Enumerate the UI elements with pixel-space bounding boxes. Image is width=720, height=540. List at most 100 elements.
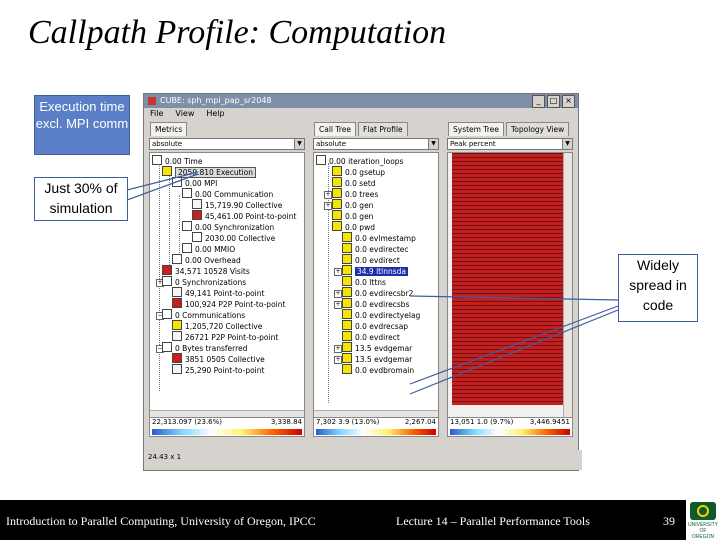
close-button[interactable]: × [562,95,575,108]
page-number: 39 [663,514,675,528]
color-square-icon [172,254,182,264]
color-square-icon [342,309,352,319]
color-square-icon [162,309,172,319]
tab-metrics[interactable]: Metrics [150,122,188,136]
expand-toggle[interactable]: + [334,290,342,298]
tree-row[interactable]: 0.0 evdirect [342,331,400,342]
expand-toggle[interactable]: + [334,268,342,276]
tree-row-label: 13.5 evdgemar [355,355,413,364]
tab-flat-profile[interactable]: Flat Profile [358,122,408,136]
tree-row-label: 1,205,720 Collective [185,322,263,331]
menu-help[interactable]: Help [206,108,224,120]
metric-pane: Metrics absolute ▼ 0.00 Time 2059.810 Exe… [146,122,308,440]
tree-row[interactable]: 2030.00 Collective [192,232,275,243]
color-square-icon [342,254,352,264]
color-square-icon [342,232,352,242]
call-tree: 0.00 iteration_loops 0.0 gsetup 0.0 setd… [313,152,439,420]
calltree-pane: Call Tree Flat Profile absolute ▼ 0.00 it… [310,122,442,440]
metric-value-bar: 22,313.097 (23.6%) 3,338.84 [149,417,305,437]
expand-toggle[interactable]: + [324,202,332,210]
tree-row[interactable]: 49,141 Point-to-point [172,287,264,298]
tree-row-label: 0.0 evdirect [355,333,400,342]
tree-row[interactable]: 0.0 gsetup [332,166,385,177]
tree-row[interactable]: 0.0 evdirecsbs [342,298,409,309]
tree-row[interactable]: 3851 0505 Collective [172,353,265,364]
tree-row[interactable]: 13.5 evdgemar [342,353,412,364]
color-square-icon [162,276,172,286]
menu-bar: File View Help [144,108,578,120]
tree-row-label: 26721 P2P Point-to-point [185,333,279,342]
tree-row-selected[interactable]: 34.9 ltlnnsda [342,265,408,276]
tree-row-execution[interactable]: 2059.810 Execution [162,166,256,178]
menu-file[interactable]: File [150,108,163,120]
tree-row[interactable]: 0.00 MMIO [182,243,235,254]
chevron-down-icon[interactable]: ▼ [294,139,304,149]
status-bar: 24.43 x 1 [144,450,582,470]
slide-title: Callpath Profile: Computation [28,14,447,51]
color-square-icon [192,232,202,242]
tab-call-tree[interactable]: Call Tree [314,122,357,136]
tree-row[interactable]: 13.5 evdgemar [342,342,412,353]
tree-row[interactable]: 0.00 iteration_loops [316,155,403,166]
status-text: 24.43 x 1 [148,453,182,461]
color-square-icon [342,243,352,253]
expand-toggle[interactable]: + [334,345,342,353]
expand-toggle[interactable]: + [334,301,342,309]
tree-row[interactable]: 0.0 lttns [342,276,386,287]
tree-row[interactable]: 0.0 evdirectyelag [342,309,420,320]
tree-row-label: 0.0 gen [345,212,374,221]
tree-row[interactable]: 0.0 evdirecsbr2 [342,287,413,298]
tree-row[interactable]: 0.00 Communication [182,188,273,199]
callout-text: Execution time excl. MPI comm [35,99,129,131]
tree-row-label: 49,141 Point-to-point [185,289,265,298]
color-square-icon [192,199,202,209]
color-square-icon [172,364,182,374]
tree-row[interactable]: 15,719.90 Collective [192,199,282,210]
expand-toggle[interactable]: + [334,356,342,364]
tree-row[interactable]: 100,924 P2P Point-to-point [172,298,285,309]
tree-row[interactable]: 45,461.00 Point-to-point [192,210,296,221]
menu-view[interactable]: View [175,108,194,120]
chevron-down-icon[interactable]: ▼ [428,139,438,149]
vertical-scrollbar[interactable] [563,153,572,419]
tree-row[interactable]: 0.00 Time [152,155,202,166]
callout-simulation: Just 30% of simulation [34,177,128,221]
tree-row[interactable]: 0.0 gen [332,199,373,210]
tree-row-label: 100,924 P2P Point-to-point [185,300,286,309]
color-square-icon [162,265,172,275]
tree-row[interactable]: 34,571 10528 Visits [162,265,250,276]
tree-row[interactable]: 0.0 evdirectec [342,243,409,254]
tree-row[interactable]: 25,290 Point-to-point [172,364,264,375]
tree-row[interactable]: 0.0 evdrecsap [342,320,408,331]
tree-row[interactable]: 0.0 pwd [332,221,375,232]
tree-row[interactable]: 26721 P2P Point-to-point [172,331,278,342]
metric-value-mode-select[interactable]: absolute ▼ [149,138,305,150]
tree-row-label: 0.0 evdirectec [355,245,409,254]
tree-row[interactable]: 0.0 trees [332,188,378,199]
color-square-icon [182,243,192,253]
tree-row-label: 15,719.90 Collective [205,201,283,210]
calltree-value-mode-select[interactable]: absolute ▼ [313,138,439,150]
systemtree-value-mode-select[interactable]: Peak percent ▼ [447,138,573,150]
tree-row[interactable]: 0.00 Overhead [172,254,241,265]
logo-text: UNIVERSITY OF OREGON [688,522,719,540]
expand-toggle[interactable]: + [324,191,332,199]
tree-row[interactable]: 0.00 Synchronization [182,221,274,232]
tree-row[interactable]: 1,205,720 Collective [172,320,262,331]
tree-row[interactable]: 0.0 gen [332,210,373,221]
tree-row[interactable]: 0.0 evlmestamp [342,232,416,243]
tab-system-tree[interactable]: System Tree [448,122,504,136]
tree-row[interactable]: 0.0 setd [332,177,376,188]
tree-row[interactable]: 0 Synchronizations [162,276,246,287]
minimize-button[interactable]: _ [532,95,545,108]
tree-row[interactable]: 0 Bytes transferred [162,342,247,353]
maximize-button[interactable]: □ [547,95,560,108]
tree-row[interactable]: 0.0 evdirect [342,254,400,265]
callout-spread: Widely spread in code [618,254,698,322]
chevron-down-icon[interactable]: ▼ [562,139,572,149]
tree-row[interactable]: 0.0 evdbromain [342,364,414,375]
tab-topology-view[interactable]: Topology View [505,122,570,136]
tree-row-label: 0.0 lttns [355,278,386,287]
tree-row[interactable]: 0 Communications [162,309,245,320]
tree-row[interactable]: 0.00 MPI [172,177,217,188]
